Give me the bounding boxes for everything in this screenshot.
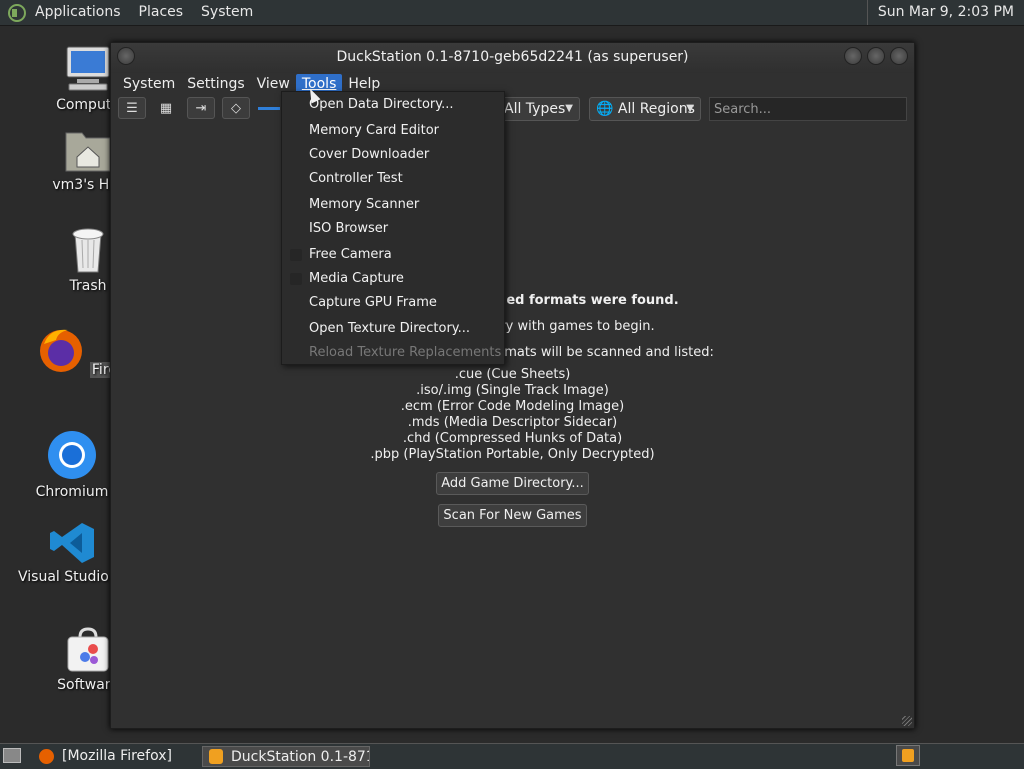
duckstation-icon (209, 749, 223, 764)
workspace-switcher[interactable] (896, 745, 920, 766)
window-title: DuckStation 0.1-8710-geb65d2241 (as supe… (336, 49, 689, 65)
resize-grip-icon[interactable] (902, 716, 912, 726)
software-store-icon (67, 627, 109, 672)
maximize-button[interactable] (867, 47, 885, 65)
format-item: .cue (Cue Sheets) (454, 367, 571, 382)
duckstation-window: DuckStation 0.1-8710-geb65d2241 (as supe… (110, 42, 915, 729)
regions-filter-combo[interactable]: 🌐 All Regions ▼ (589, 97, 701, 121)
taskbar-duckstation[interactable]: DuckStation 0.1-871... (202, 746, 370, 767)
show-desktop-icon[interactable] (3, 748, 21, 763)
menu-system[interactable]: System (117, 74, 181, 94)
indent-list-icon: ⇥ (195, 100, 207, 116)
computer-icon (66, 46, 110, 91)
tag-icon: ◇ (231, 100, 241, 116)
menu-item-cover-downloader[interactable]: Cover Downloader (309, 147, 429, 162)
list-icon: ☰ (126, 100, 138, 116)
bottom-panel: [Mozilla Firefox] DuckStation 0.1-871... (0, 743, 1024, 769)
regions-filter-value: All Regions (617, 101, 695, 117)
close-button[interactable] (890, 47, 908, 65)
types-filter-combo[interactable]: All Types ▼ (497, 97, 580, 121)
firefox-icon (39, 329, 82, 372)
empty-game-list: ed formats were found. ry with games to … (111, 293, 914, 527)
grid-view-button[interactable]: ▦ (152, 97, 180, 119)
top-panel: Applications Places System Sun Mar 9, 2:… (0, 0, 1024, 26)
home-folder-icon (65, 132, 111, 172)
chromium-icon (48, 431, 96, 479)
free-camera-checkbox[interactable] (290, 249, 302, 261)
scan-new-games-button[interactable]: Scan For New Games (438, 504, 587, 527)
vscode-icon (50, 523, 94, 563)
taskbar-firefox[interactable]: [Mozilla Firefox] (34, 746, 198, 767)
chevron-down-icon: ▼ (686, 103, 694, 114)
tools-dropdown-menu: Open Data Directory... Memory Card Edito… (281, 91, 505, 365)
trash-icon (72, 228, 104, 273)
menu-item-iso-browser[interactable]: ISO Browser (309, 221, 388, 236)
format-item: .chd (Compressed Hunks of Data) (402, 431, 623, 446)
clock[interactable]: Sun Mar 9, 2:03 PM (866, 0, 1024, 25)
format-item: .iso/.img (Single Track Image) (416, 383, 609, 398)
menu-item-open-texture-directory[interactable]: Open Texture Directory... (309, 321, 470, 336)
taskbar-duckstation-label: DuckStation 0.1-871... (231, 749, 369, 765)
globe-icon: 🌐 (596, 101, 614, 117)
menu-settings[interactable]: Settings (181, 74, 250, 94)
grid-icon: ▦ (159, 100, 173, 116)
menu-item-capture-gpu-frame[interactable]: Capture GPU Frame (309, 295, 437, 310)
places-menu[interactable]: Places (130, 0, 193, 25)
game-list-toolbar: ☰ ▦ ⇥ ◇ All Types ▼ 🌐 All Regions ▼ (111, 95, 914, 123)
format-item: .mds (Media Descriptor Sidecar) (407, 415, 618, 430)
duckstation-icon (902, 749, 914, 762)
chevron-down-icon: ▼ (565, 103, 573, 114)
media-capture-checkbox[interactable] (290, 273, 302, 285)
search-input[interactable] (709, 97, 907, 121)
menu-item-memory-scanner[interactable]: Memory Scanner (309, 197, 419, 212)
add-game-directory-button[interactable]: Add Game Directory... (436, 472, 589, 495)
list-view-button[interactable]: ☰ (118, 97, 146, 119)
format-item: .pbp (PlayStation Portable, Only Decrypt… (370, 447, 655, 462)
zoom-slider[interactable] (258, 107, 280, 110)
menubar: System Settings View Tools Help (111, 73, 914, 95)
window-titlebar[interactable]: DuckStation 0.1-8710-geb65d2241 (as supe… (111, 43, 914, 73)
show-titles-button[interactable]: ◇ (222, 97, 250, 119)
menu-item-open-data-directory[interactable]: Open Data Directory... (309, 97, 454, 112)
taskbar-firefox-label: [Mozilla Firefox] (62, 748, 172, 764)
menu-item-media-capture[interactable]: Media Capture (309, 271, 404, 286)
system-menu[interactable]: System (192, 0, 262, 25)
format-item: .ecm (Error Code Modeling Image) (400, 399, 625, 414)
menu-item-reload-texture-replacements: Reload Texture Replacements (309, 345, 502, 360)
menu-item-memory-card-editor[interactable]: Memory Card Editor (309, 123, 439, 138)
distro-logo-icon[interactable] (8, 3, 26, 22)
types-filter-value: All Types (504, 101, 566, 117)
merge-discs-button[interactable]: ⇥ (187, 97, 215, 119)
menu-item-free-camera[interactable]: Free Camera (309, 247, 392, 262)
menu-item-controller-test[interactable]: Controller Test (309, 171, 403, 186)
applications-menu[interactable]: Applications (26, 0, 130, 25)
minimize-button[interactable] (844, 47, 862, 65)
firefox-icon (39, 749, 54, 764)
